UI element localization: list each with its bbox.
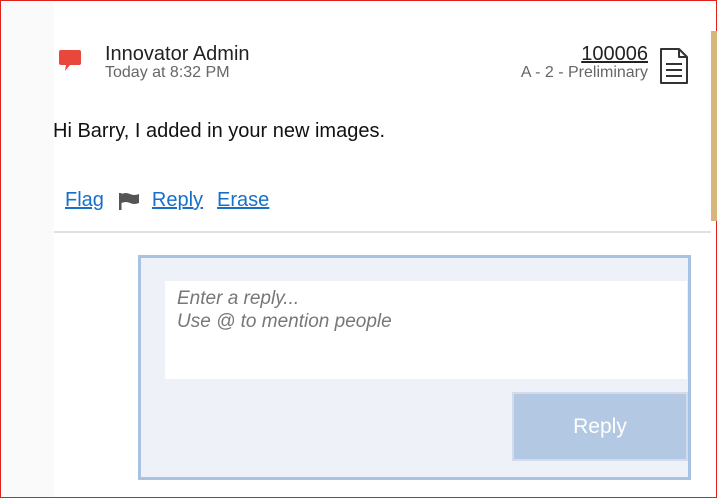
comment-actions: Flag Reply Erase bbox=[65, 189, 269, 212]
comment-timestamp: Today at 8:32 PM bbox=[105, 64, 230, 81]
reply-link[interactable]: Reply bbox=[152, 189, 203, 212]
reply-panel: Reply bbox=[138, 255, 691, 480]
divider bbox=[54, 231, 711, 233]
item-status: A - 2 - Preliminary bbox=[520, 64, 648, 81]
flag-icon[interactable] bbox=[118, 191, 140, 211]
comment-message: Hi Barry, I added in your new images. bbox=[53, 120, 386, 142]
document-icon[interactable] bbox=[659, 47, 689, 85]
comment-card: Innovator Admin Today at 8:32 PM 100006 … bbox=[53, 2, 711, 231]
flag-link[interactable]: Flag bbox=[65, 189, 104, 212]
discussion-panel: Innovator Admin Today at 8:32 PM 100006 … bbox=[0, 0, 717, 498]
reply-input[interactable] bbox=[165, 281, 687, 379]
comment-author: Innovator Admin bbox=[105, 43, 250, 65]
right-accent-bar bbox=[711, 31, 717, 221]
left-gutter bbox=[2, 2, 54, 497]
comment-bubble-icon bbox=[59, 50, 81, 71]
item-number-link[interactable]: 100006 bbox=[581, 43, 648, 66]
erase-link[interactable]: Erase bbox=[217, 189, 269, 212]
reply-button[interactable]: Reply bbox=[512, 392, 688, 461]
